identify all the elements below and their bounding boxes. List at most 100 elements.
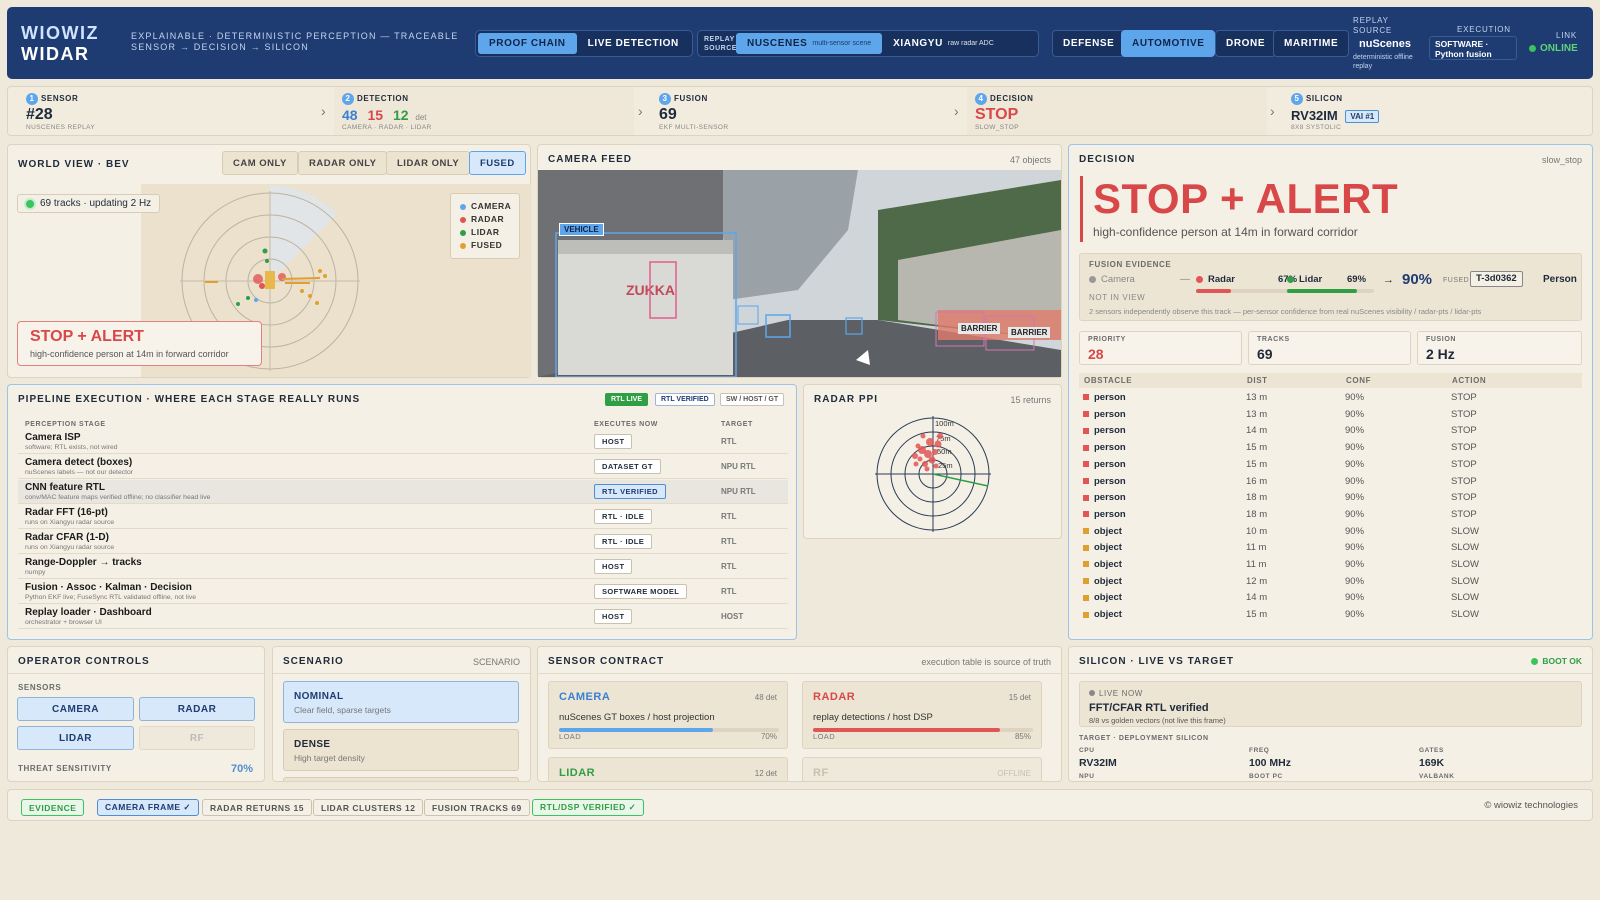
pipeline-row[interactable]: Radar CFAR (1-D) runs on Xiangyu radar so…: [18, 530, 788, 554]
pipeline-row[interactable]: CNN feature RTL conv/MAC feature maps ver…: [18, 480, 788, 504]
obstacle-distance: 13 m: [1246, 392, 1268, 403]
sensor-card-lidar[interactable]: LIDAR 12 det: [548, 757, 788, 781]
obstacle-row[interactable]: object 15 m 90% SLOW: [1083, 607, 1553, 623]
chip-radar-returns[interactable]: RADAR RETURNS 15: [202, 799, 312, 816]
link-status: ONLINE: [1540, 43, 1578, 54]
obstacle-row[interactable]: person 15 m 90% STOP: [1083, 440, 1553, 456]
domain-defense[interactable]: DEFENSE: [1052, 30, 1126, 57]
filter-lidar-only[interactable]: LIDAR ONLY: [386, 151, 471, 175]
stage-detection[interactable]: 2 DETECTION 48 15 12 det CAMERA · RADAR ·…: [334, 87, 634, 135]
radar-return: [933, 463, 939, 469]
sensor-toggle-rf[interactable]: RF: [139, 726, 255, 750]
filter-radar-only[interactable]: RADAR ONLY: [298, 151, 388, 175]
obstacle-row[interactable]: object 11 m 90% SLOW: [1083, 540, 1553, 556]
obstacle-row[interactable]: person 13 m 90% STOP: [1083, 390, 1553, 406]
source-nuscenes[interactable]: NUSCENES multi-sensor scene: [736, 33, 883, 54]
obstacle-row[interactable]: person 13 m 90% STOP: [1083, 407, 1553, 423]
stage-silicon[interactable]: 5 SILICON RV32IM VAI #1 8X8 SYSTOLIC: [1283, 87, 1583, 135]
obstacle-row[interactable]: person 18 m 90% STOP: [1083, 490, 1553, 506]
obstacle-action: STOP: [1451, 492, 1477, 504]
pipeline-row[interactable]: Fusion · Assoc · Kalman · Decision Python…: [18, 580, 788, 604]
sensor-card-rf[interactable]: RF OFFLINE: [802, 757, 1042, 781]
radar-return: [912, 453, 918, 459]
evidence-lidar: Lidar: [1299, 274, 1323, 285]
obstacle-confidence: 90%: [1345, 559, 1365, 570]
obstacle-action: SLOW: [1451, 525, 1479, 537]
scenario-nominal[interactable]: NOMINAL Clear field, sparse targets: [283, 681, 519, 723]
divider: [8, 673, 264, 674]
stage-fusion[interactable]: 3 FUSION 69 EKF MULTI-SENSOR: [651, 87, 951, 135]
mode-live-detection[interactable]: LIVE DETECTION: [577, 33, 690, 54]
sensor-toggle-lidar[interactable]: LIDAR: [17, 726, 134, 750]
pipeline-exec-badge: HOST: [594, 434, 633, 449]
sensor-count: OFFLINE: [997, 769, 1031, 778]
obstacle-row[interactable]: object 14 m 90% SLOW: [1083, 590, 1553, 606]
pipeline-row[interactable]: Range-Doppler → tracks numpy HOST RTL: [18, 555, 788, 579]
load-bar-fill: [559, 728, 713, 732]
chip-camera-frame[interactable]: CAMERA FRAME ✓: [97, 799, 200, 816]
stage-decision[interactable]: 4 DECISION STOP SLOW_STOP: [967, 87, 1267, 135]
obstacle-distance: 18 m: [1246, 492, 1268, 504]
stage-sensor[interactable]: 1 SENSOR #28 NUSCENES REPLAY: [18, 87, 318, 135]
pipeline-row[interactable]: Radar FFT (16-pt) runs on Xiangyu radar s…: [18, 505, 788, 529]
obstacle-row[interactable]: person 16 m 90% STOP: [1083, 474, 1553, 490]
pipeline-exec-badge: RTL · IDLE: [594, 509, 653, 524]
obstacle-row[interactable]: object 11 m 90% SLOW: [1083, 557, 1553, 573]
obstacle-class: object: [1083, 526, 1122, 537]
pipeline-stage-name: Radar FFT (16-pt): [25, 507, 108, 518]
sensor-card-radar[interactable]: RADAR 15 det replay detections / host DS…: [802, 681, 1042, 749]
scenario-item-partial[interactable]: [283, 777, 519, 781]
replay-source-label: REPLAY SOURCE: [704, 35, 737, 52]
chip-fusion-tracks[interactable]: FUSION TRACKS 69: [424, 799, 530, 816]
class-swatch-icon: [1083, 427, 1089, 434]
domain-drone[interactable]: DRONE: [1215, 30, 1277, 57]
boot-status-dot-icon: [1531, 657, 1539, 665]
scenario-dense[interactable]: DENSE High target density: [283, 729, 519, 771]
detection-camera-count: 48: [342, 107, 358, 123]
obstacle-confidence: 90%: [1345, 442, 1365, 454]
source-xiangyu[interactable]: XIANGYU raw radar ADC: [882, 33, 1005, 54]
track-point: [318, 269, 322, 273]
stat-label: TRACKS: [1257, 336, 1290, 343]
sensor-toggle-camera[interactable]: CAMERA: [17, 697, 134, 721]
pipeline-row[interactable]: Camera ISP software; RTL exists, not wire…: [18, 430, 788, 454]
obstacle-row[interactable]: person 15 m 90% STOP: [1083, 457, 1553, 473]
obstacle-row[interactable]: person 18 m 90% STOP: [1083, 507, 1553, 523]
obstacle-confidence: 90%: [1345, 542, 1365, 554]
obstacle-row[interactable]: object 10 m 90% SLOW: [1083, 524, 1553, 540]
domain-automotive[interactable]: AUTOMOTIVE: [1121, 30, 1216, 57]
chip-lidar-clusters[interactable]: LIDAR CLUSTERS 12: [313, 799, 424, 816]
badge-sw-host-gt: SW / HOST / GT: [720, 393, 785, 406]
obstacle-row[interactable]: person 14 m 90% STOP: [1083, 423, 1553, 439]
label-barrier: BARRIER: [1008, 327, 1051, 338]
scenario-meta: SCENARIO: [472, 657, 520, 667]
obstacle-class-text: person: [1094, 442, 1126, 454]
stage-name: DETECTION: [357, 94, 409, 104]
sensor-card-camera[interactable]: CAMERA 48 det nuScenes GT boxes / host p…: [548, 681, 788, 749]
column-header: DIST: [1247, 376, 1268, 385]
domain-maritime[interactable]: MARITIME: [1273, 30, 1350, 57]
pipeline-row[interactable]: Replay loader · Dashboard orchestrator + …: [18, 605, 788, 629]
replay-status-value: nuScenes: [1359, 38, 1411, 50]
forward-corridor: [270, 186, 337, 281]
pipeline-table[interactable]: Camera ISP software; RTL exists, not wire…: [8, 430, 796, 638]
sensor-toggle-radar[interactable]: RADAR: [139, 697, 255, 721]
obstacle-table[interactable]: person 13 m 90% STOP person 13 m 90% STOP person…: [1069, 390, 1592, 632]
target-label: TARGET · DEPLOYMENT SILICON: [1079, 735, 1209, 742]
mode-proof-chain[interactable]: PROOF CHAIN: [478, 33, 577, 54]
sensors-label: SENSORS: [18, 683, 62, 692]
filter-fused[interactable]: FUSED: [469, 151, 526, 175]
class-swatch-icon: [1083, 444, 1089, 451]
radar-returns-count: 15 returns: [1010, 395, 1051, 405]
track-point: [300, 289, 304, 293]
pipeline-row[interactable]: Camera detect (boxes) nuScenes labels — n…: [18, 455, 788, 479]
live-now-card: LIVE NOW FFT/CFAR RTL verified 8/8 vs go…: [1079, 681, 1582, 727]
filter-cam-only[interactable]: CAM ONLY: [222, 151, 298, 175]
chip-evidence[interactable]: EVIDENCE: [21, 799, 85, 816]
scenario-name: DENSE: [294, 739, 331, 750]
obstacle-distance: 16 m: [1246, 475, 1268, 487]
obstacle-row[interactable]: object 12 m 90% SLOW: [1083, 574, 1553, 590]
chip-rtl-dsp-verified[interactable]: RTL/DSP VERIFIED ✓: [532, 799, 645, 816]
track-point: [259, 283, 265, 289]
spec-value: 100 MHz: [1249, 757, 1292, 769]
